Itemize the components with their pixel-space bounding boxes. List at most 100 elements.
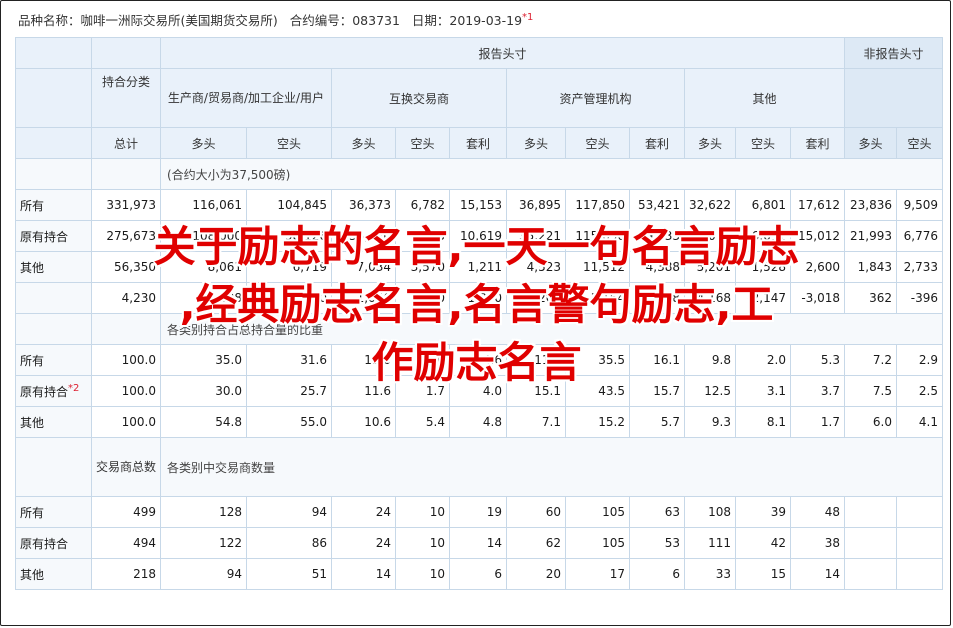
value-cell: 6.0 xyxy=(844,406,897,438)
value-cell: 1,164 xyxy=(565,282,630,314)
value-cell: 2.9 xyxy=(896,344,943,376)
value-cell: 362 xyxy=(844,282,897,314)
value-cell: 14 xyxy=(449,527,507,559)
commodity-name: 咖啡一洲际交易所(美国期货交易所) xyxy=(80,13,278,28)
value-cell: 7.5 xyxy=(844,375,897,407)
value-cell: 122 xyxy=(160,527,247,559)
value-cell: -396 xyxy=(896,282,943,314)
value-cell: 6 xyxy=(449,558,507,590)
value-cell xyxy=(896,527,943,559)
value-cell: 54.8 xyxy=(160,406,247,438)
date-label: 日期： xyxy=(411,13,450,28)
value-cell: 24 xyxy=(331,527,396,559)
value-cell: 7,034 xyxy=(331,251,396,283)
row-label-text: 所有 xyxy=(20,353,45,368)
value-cell: 15,012 xyxy=(790,220,845,252)
value-cell: 100.0 xyxy=(91,375,161,407)
value-cell: 1,843 xyxy=(844,251,897,283)
commodity-prefix: 品种名称： xyxy=(18,13,81,28)
value-cell: 62 xyxy=(506,527,566,559)
spacer-cell xyxy=(91,313,161,345)
value-cell: 16.1 xyxy=(629,344,685,376)
row-label-text: 所有 xyxy=(20,505,45,520)
value-cell: 1,208 xyxy=(629,282,685,314)
table-row: 原有持合*2 100.0 30.0 25.7 11.6 1.7 4.0 15.1 43.5 15.… xyxy=(15,375,943,407)
value-cell: 6,801 xyxy=(735,189,791,221)
row-label: 所有 xyxy=(15,189,92,221)
value-cell: 1.7 xyxy=(395,375,450,407)
value-cell: 218 xyxy=(91,558,161,590)
nonreporting-group-header: 非报告头寸 xyxy=(844,37,943,69)
value-cell: 7,003 xyxy=(395,220,450,252)
corner-cell xyxy=(15,68,92,128)
value-cell: 42 xyxy=(735,527,791,559)
value-cell: 15.7 xyxy=(629,375,685,407)
spacer-cell xyxy=(91,158,161,190)
value-cell: 48 xyxy=(790,496,845,528)
nonreporting-spacer xyxy=(844,68,943,128)
section-note: 各类别持合占总持合量的比重 xyxy=(160,313,943,345)
value-cell: 2.5 xyxy=(896,375,943,407)
value-cell: 1,238 xyxy=(160,282,247,314)
value-cell: 128 xyxy=(160,496,247,528)
value-cell: 8.1 xyxy=(735,406,791,438)
value-cell: 14 xyxy=(331,558,396,590)
column-header: 多头 xyxy=(506,127,566,159)
column-header: 空头 xyxy=(395,127,450,159)
row-label xyxy=(15,282,92,314)
value-cell: 1,060 xyxy=(449,282,507,314)
value-cell: 1,208 xyxy=(506,282,566,314)
corner-cell xyxy=(15,313,92,345)
footnote-mark: *1 xyxy=(522,11,534,23)
value-cell: 12.5 xyxy=(684,375,736,407)
subgroup-swap-dealer: 互换交易商 xyxy=(331,68,507,128)
value-cell: 15.2 xyxy=(565,406,630,438)
value-cell: 32,010 xyxy=(684,220,736,252)
value-cell: 4,230 xyxy=(91,282,161,314)
value-cell: 6,782 xyxy=(395,189,450,221)
value-cell: 499 xyxy=(91,496,161,528)
value-cell: 20 xyxy=(506,558,566,590)
reporting-group-header: 报告头寸 xyxy=(160,37,845,69)
value-cell: 2.0 xyxy=(395,344,450,376)
value-cell: 9.3 xyxy=(684,406,736,438)
column-header: 套利 xyxy=(629,127,685,159)
value-cell: 14 xyxy=(790,558,845,590)
row-label: 其他 xyxy=(15,406,92,438)
value-cell: 11.0 xyxy=(331,344,396,376)
column-header: 多头 xyxy=(160,127,247,159)
value-cell: 35.0 xyxy=(160,344,247,376)
value-cell: 2.0 xyxy=(735,344,791,376)
column-header: 多头 xyxy=(844,127,897,159)
value-cell: 4,388 xyxy=(629,251,685,283)
value-cell: 105 xyxy=(565,496,630,528)
value-cell: 60 xyxy=(506,496,566,528)
table-row: 其他 56,350 8,061 6,719 7,034 3,570 1,211 4,523 11… xyxy=(15,251,943,283)
value-cell: 117,850 xyxy=(565,189,630,221)
value-cell: 19 xyxy=(449,496,507,528)
value-cell: 10,619 xyxy=(449,220,507,252)
value-cell: 4.0 xyxy=(449,375,507,407)
row-label-text: 原有持合 xyxy=(20,536,69,551)
column-header: 多头 xyxy=(331,127,396,159)
value-cell: 2,600 xyxy=(790,251,845,283)
value-cell: -3,018 xyxy=(790,282,845,314)
value-cell: 35,620 xyxy=(331,220,396,252)
value-cell: 30.0 xyxy=(160,375,247,407)
value-cell: 275,673 xyxy=(91,220,161,252)
value-cell: 94 xyxy=(160,558,247,590)
value-cell: 331,973 xyxy=(91,189,161,221)
value-cell: 49,033 xyxy=(629,220,685,252)
value-cell: 8,061 xyxy=(160,251,247,283)
column-header: 空头 xyxy=(565,127,630,159)
value-cell: 5.4 xyxy=(395,406,450,438)
value-cell: 1,056 xyxy=(331,282,396,314)
value-cell: 36,373 xyxy=(331,189,396,221)
value-cell: 115,656 xyxy=(565,220,630,252)
table-row: 所有 331,973 116,061 104,845 36,373 6,782 15,153… xyxy=(15,189,943,221)
value-cell: 15.1 xyxy=(506,375,566,407)
value-cell: 10 xyxy=(395,558,450,590)
value-cell: 86 xyxy=(246,527,332,559)
column-header: 空头 xyxy=(246,127,332,159)
code-label: 合约编号： xyxy=(289,13,353,28)
